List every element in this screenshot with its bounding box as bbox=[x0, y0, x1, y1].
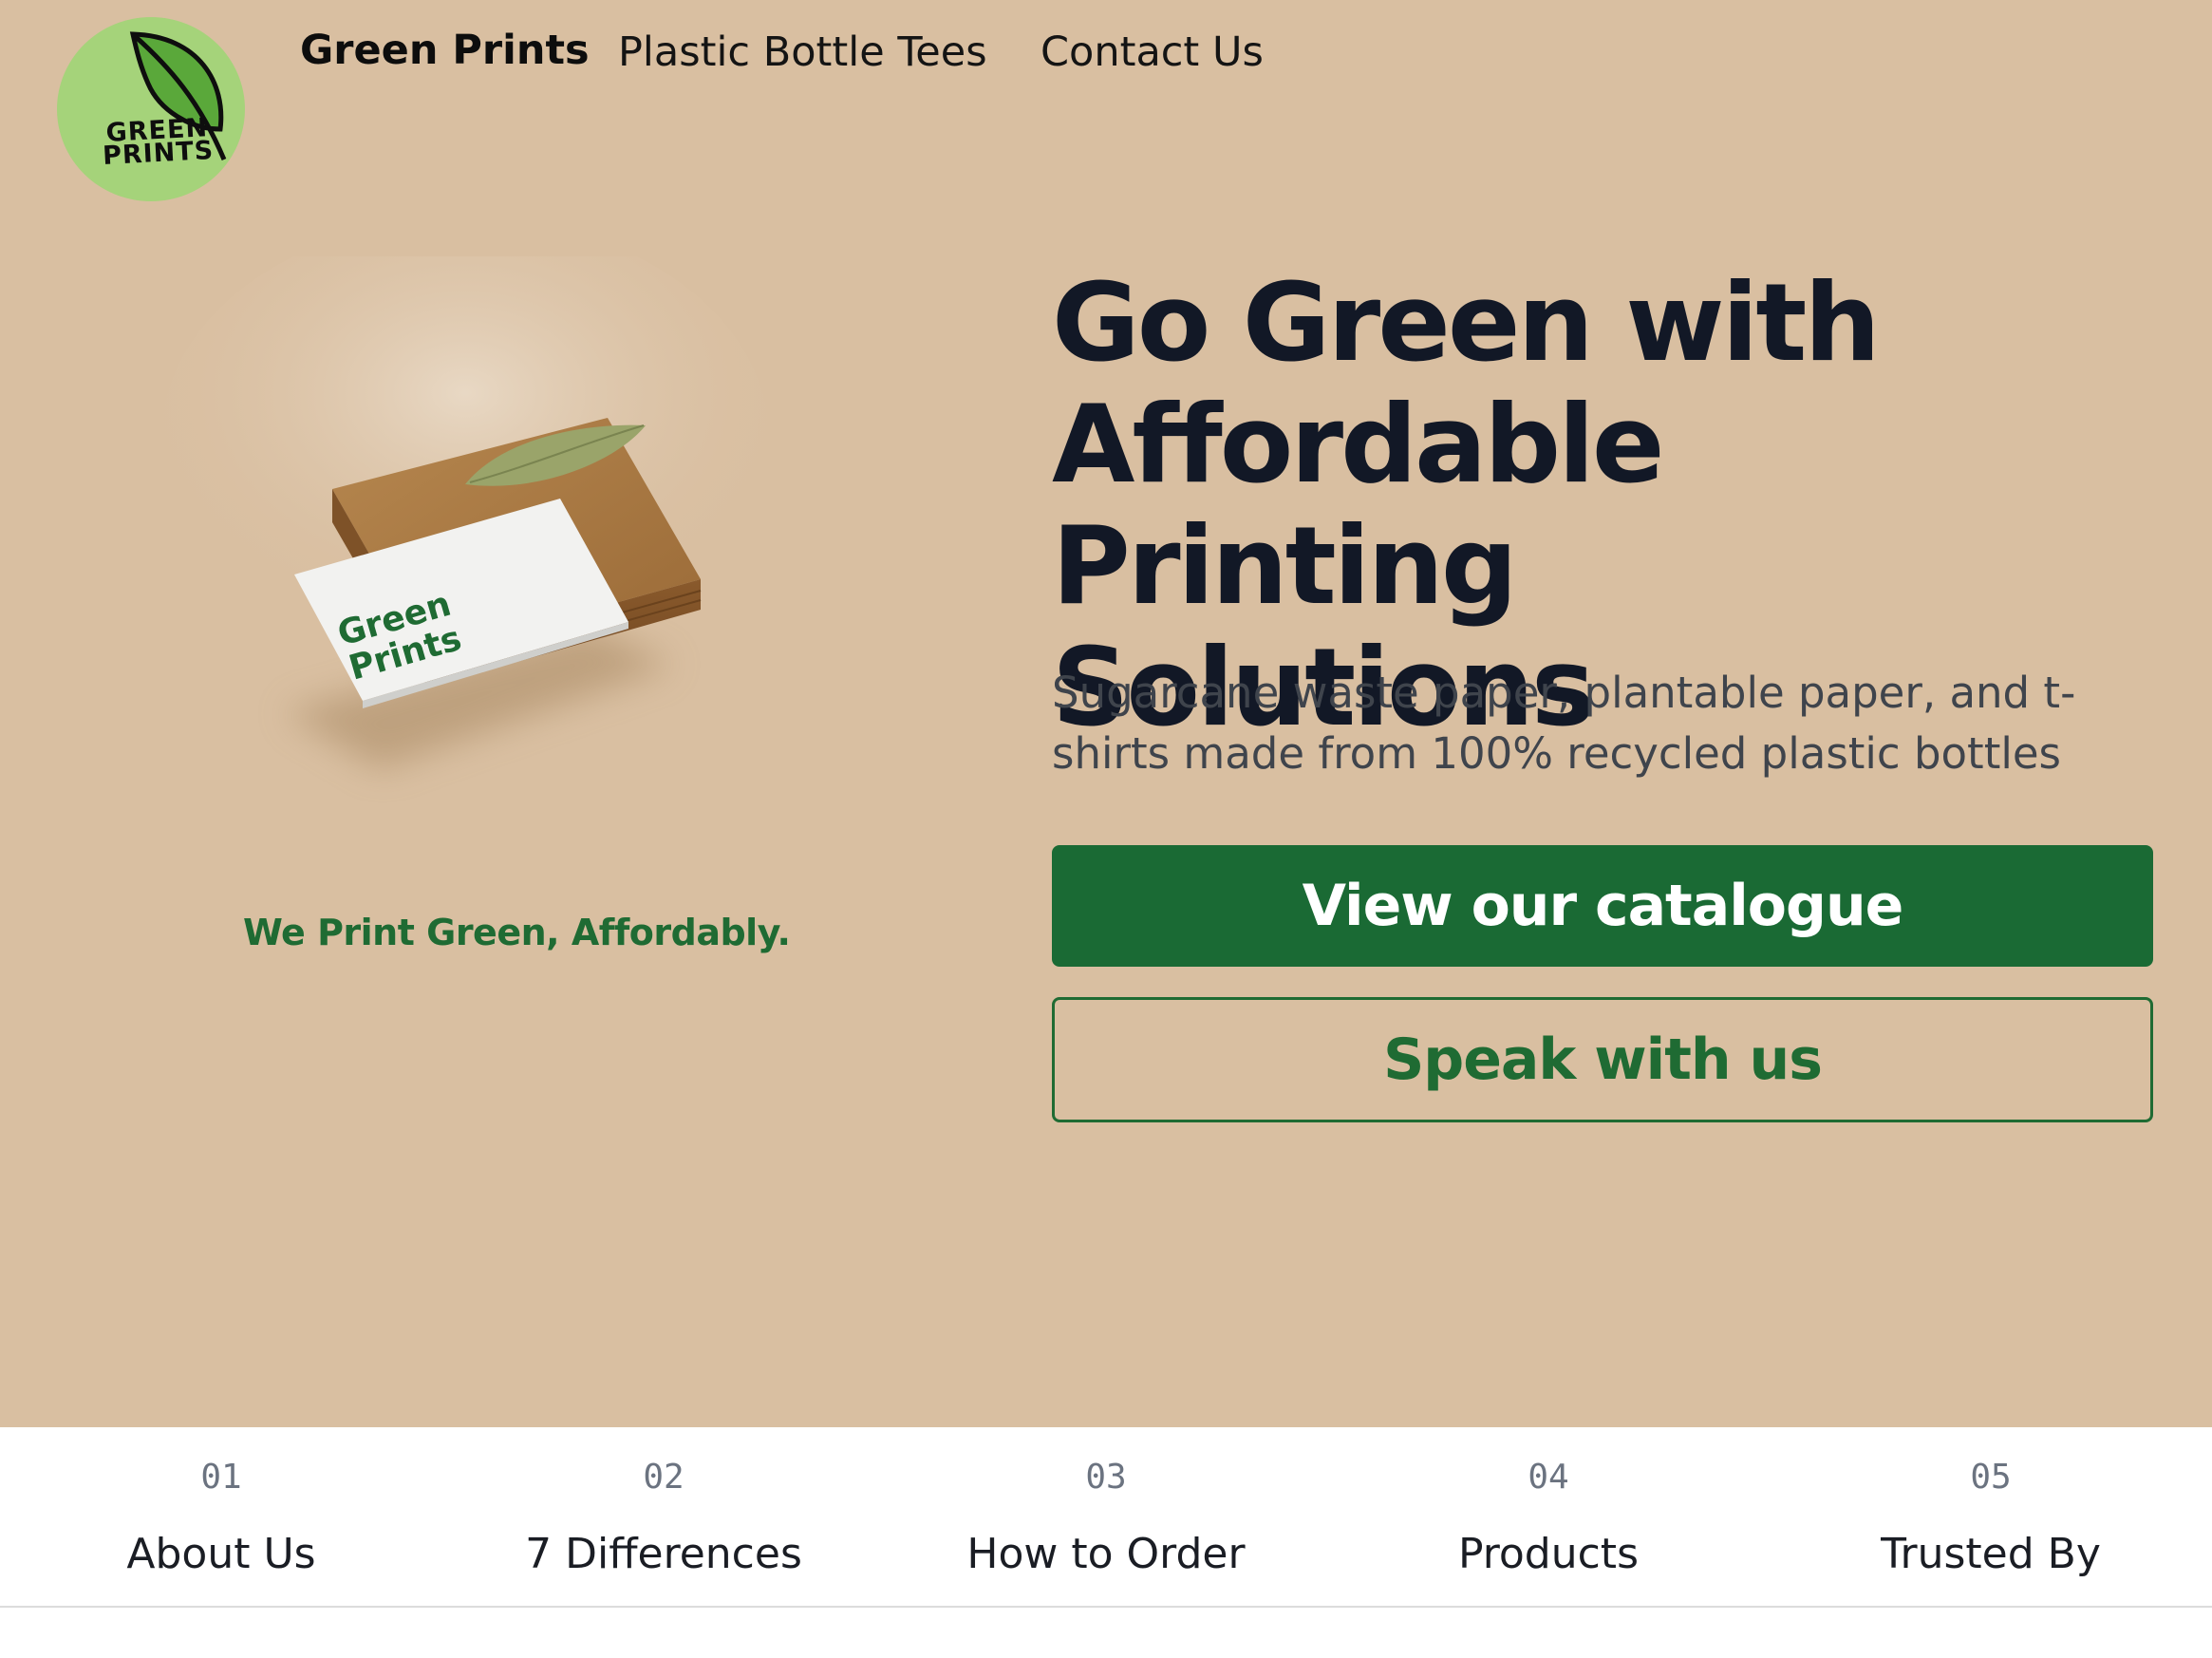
nav-brand-link[interactable]: Green Prints bbox=[300, 27, 590, 74]
page: GREEN PRINTS Green Prints Plastic Bottle… bbox=[0, 0, 2212, 1658]
section-number: 01 bbox=[200, 1458, 242, 1497]
headline-line1: Go Green with bbox=[1052, 260, 1881, 386]
section-label: Trusted By bbox=[1881, 1530, 2101, 1578]
section-label: How to Order bbox=[966, 1530, 1246, 1578]
section-label: 7 Differences bbox=[525, 1530, 802, 1578]
logo-wordmark: GREEN PRINTS bbox=[90, 113, 225, 172]
section-link-trusted-by[interactable]: 05 Trusted By bbox=[1770, 1427, 2212, 1608]
section-link-7-differences[interactable]: 02 7 Differences bbox=[442, 1427, 885, 1608]
speak-with-us-button[interactable]: Speak with us bbox=[1052, 997, 2153, 1122]
product-photo: Green Prints bbox=[161, 256, 769, 769]
headline-line2: Affordable Printing bbox=[1052, 382, 1665, 629]
view-catalogue-button[interactable]: View our catalogue bbox=[1052, 845, 2153, 967]
section-label: About Us bbox=[126, 1530, 316, 1578]
hero-subheadline: Sugarcane waste paper, plantable paper, … bbox=[1052, 668, 2076, 779]
section-number: 02 bbox=[643, 1458, 684, 1497]
logo-text-line2: PRINTS bbox=[102, 135, 215, 172]
section-link-how-to-order[interactable]: 03 How to Order bbox=[885, 1427, 1327, 1608]
section-number: 04 bbox=[1528, 1458, 1569, 1497]
hero-tagline: We Print Green, Affordably. bbox=[243, 912, 791, 953]
hero-section: GREEN PRINTS Green Prints Plastic Bottle… bbox=[0, 0, 2212, 1427]
section-label: Products bbox=[1458, 1530, 1639, 1578]
section-number: 05 bbox=[1970, 1458, 2012, 1497]
brand-logo[interactable]: GREEN PRINTS bbox=[57, 17, 245, 201]
nav-link-contact-us[interactable]: Contact Us bbox=[1040, 28, 1264, 76]
section-link-products[interactable]: 04 Products bbox=[1327, 1427, 1770, 1608]
section-number: 03 bbox=[1085, 1458, 1127, 1497]
section-link-about-us[interactable]: 01 About Us bbox=[0, 1427, 442, 1608]
section-nav: 01 About Us 02 7 Differences 03 How to O… bbox=[0, 1427, 2212, 1608]
nav-link-plastic-bottle-tees[interactable]: Plastic Bottle Tees bbox=[618, 28, 987, 76]
leaf-icon bbox=[129, 31, 227, 160]
